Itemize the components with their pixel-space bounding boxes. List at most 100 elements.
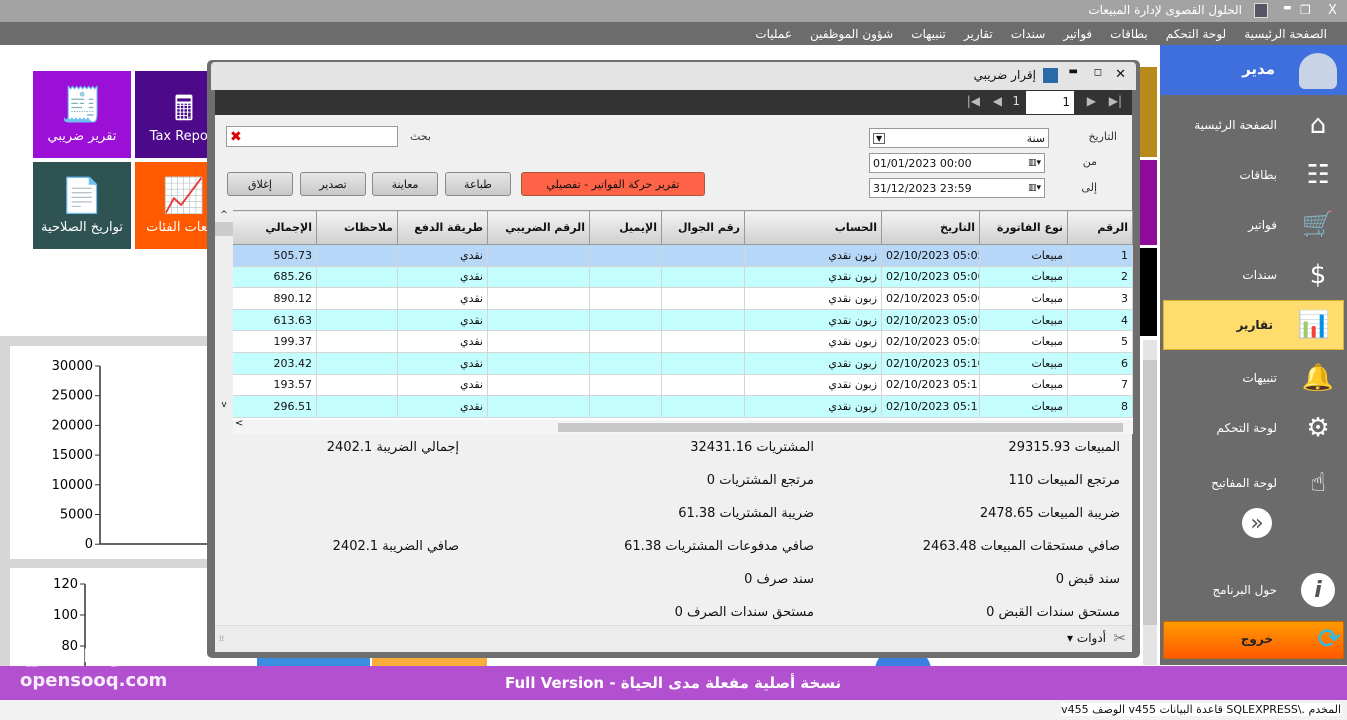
table-cell: نقدي [397,244,488,267]
table-cell: 02/10/2023 05:11 [881,373,980,397]
column-header[interactable]: التاريخ [881,210,980,245]
table-row[interactable]: 8 مبيعات 02/10/2023 05:11 زبون نقدي نقدي 296.… [233,395,1133,418]
table-cell [589,287,662,310]
column-header[interactable]: الإيميل [589,210,662,245]
column-header[interactable]: الرقم [1067,210,1133,245]
menu-item[interactable]: شؤون الموظفين [810,27,893,41]
table-cell: 02/10/2023 05:06 [881,265,980,289]
menu-item[interactable]: سندات [1011,27,1046,41]
sidebar-item[interactable]: لوحة التحكم ⚙ [1160,403,1347,453]
to-date-field[interactable]: 31/12/2023 23:59 ▥▾ [869,178,1045,198]
sidebar-item-label: تقارير [1236,318,1273,332]
restore-button[interactable]: ❐ [1300,3,1311,17]
from-date-field[interactable]: 01/01/2023 00:00 ▥▾ [869,153,1045,173]
table-cell: زبون نقدي [744,395,882,418]
calendar-icon[interactable]: ▥▾ [1028,183,1041,193]
column-header[interactable]: ملاحظات [316,210,398,245]
main-scrollbar[interactable] [1143,340,1157,665]
minimize-button[interactable]: ▬ [1283,3,1292,13]
column-header[interactable]: رقم الجوال [661,210,745,245]
close-button[interactable]: X [1328,3,1337,18]
invoice-movement-report-button[interactable]: تقرير حركة الفواتير - تفصيلي [521,172,705,196]
table-row[interactable]: 2 مبيعات 02/10/2023 05:06 زبون نقدي نقدي 685.… [233,265,1133,289]
column-header[interactable]: الإجمالي [233,210,317,245]
resize-grip[interactable]: ⁞⁞ [219,634,224,643]
menu-item[interactable]: تقارير [964,27,993,41]
y-tick-label: 100 [53,608,78,623]
tile-label: تقرير ضريبي [47,129,117,144]
y-tick-label: 15000 [52,448,93,463]
table-cell [316,330,398,353]
search-input[interactable]: ✖ [226,126,398,147]
table-row[interactable]: 5 مبيعات 02/10/2023 05:08 زبون نقدي نقدي 199.… [233,330,1133,353]
menu-item[interactable]: بطاقات [1110,27,1148,41]
sidebar-item[interactable]: » [1160,508,1347,563]
grid-vscroll[interactable]: ^ v [215,210,233,410]
column-header[interactable]: الرقم الضريبي [487,210,590,245]
chevron-down-icon: ▼ [873,132,886,144]
user-header[interactable]: مدير [1160,45,1347,95]
sidebar-item[interactable]: لوحة المفاتيح ☝ [1160,458,1347,508]
table-cell: 8 [1067,395,1133,418]
tile-0[interactable]: 🧾 تقرير ضريبي [33,71,131,158]
menu-item[interactable]: عمليات [755,27,792,41]
sidebar-item[interactable]: سندات $ [1160,250,1347,300]
menu-item[interactable]: تنبيهات [911,27,946,41]
prev-page-button[interactable]: ◀ [993,94,1002,108]
table-cell: 685.26 [233,265,317,289]
menu-item[interactable]: الصفحة الرئيسية [1244,27,1327,41]
table-cell: 1 [1067,244,1133,267]
table-cell: 7 [1067,373,1133,397]
window-title: الحلول القصوى لإدارة المبيعات [1088,3,1242,17]
tile-2[interactable]: 📄 تواريخ الصلاحية [33,162,131,249]
close-button[interactable]: إغلاق [227,172,293,196]
table-cell [589,265,662,289]
table-row[interactable]: 3 مبيعات 02/10/2023 05:06 زبون نقدي نقدي 890.… [233,287,1133,310]
sidebar-item[interactable]: الصفحة الرئيسية ⌂ [1160,100,1347,150]
dialog-maximize-button[interactable]: ◻ [1094,67,1102,78]
tools-menu[interactable]: أدوات ▾ [1067,631,1106,645]
table-cell: 890.12 [233,287,317,310]
last-page-button[interactable]: ▶| [1109,94,1122,108]
table-cell [589,395,662,418]
clear-search-icon[interactable]: ✖ [230,129,242,145]
tile-strip [1140,160,1157,245]
menu-item[interactable]: لوحة التحكم [1166,27,1227,41]
sidebar-item-label: بطاقات [1239,168,1277,182]
table-row[interactable]: 4 مبيعات 02/10/2023 05:07 زبون نقدي نقدي 613.… [233,308,1133,332]
column-header[interactable]: طريقة الدفع [397,210,488,245]
date-mode-select[interactable]: سنة ▼ [869,128,1049,148]
table-row[interactable]: 6 مبيعات 02/10/2023 05:10 زبون نقدي نقدي 203.… [233,351,1133,375]
preview-button[interactable]: معاينة [372,172,438,196]
table-cell: 02/10/2023 05:07 [881,308,980,332]
print-button[interactable]: طباعة [445,172,511,196]
sidebar-item[interactable]: بطاقات ☷ [1160,150,1347,200]
sidebar-item[interactable]: تنبيهات 🔔 [1160,353,1347,403]
invoice-grid: الرقم نوع الفاتورة التاريخ الحساب رقم الجوال… [233,210,1133,420]
home-icon: ⌂ [1309,110,1327,140]
sidebar-item[interactable]: حول البرنامج i [1160,565,1347,615]
dialog-minimize-button[interactable]: ▬ [1069,66,1078,77]
menu-item[interactable]: فواتير [1063,27,1092,41]
table-cell [487,351,590,375]
sidebar-item[interactable]: فواتير 🛒 [1160,200,1347,250]
next-page-button[interactable]: ▶ [1087,94,1096,108]
export-button[interactable]: تصدير [300,172,366,196]
column-header[interactable]: نوع الفاتورة [979,210,1068,245]
table-cell: 02/10/2023 05:06 [881,287,980,310]
grid-hscroll[interactable]: < [233,418,1133,434]
table-cell [589,308,662,332]
sidebar-item[interactable]: تقارير 📊 [1163,300,1344,350]
dialog-title: إقرار ضريبي [973,68,1036,82]
table-row[interactable]: 7 مبيعات 02/10/2023 05:11 زبون نقدي نقدي 193.… [233,373,1133,397]
bell-icon: 🔔 [1301,363,1335,393]
exit-button[interactable]: خروج ⟳ [1163,621,1344,659]
calendar-icon[interactable]: ▥▾ [1028,158,1041,168]
column-header[interactable]: الحساب [744,210,882,245]
dialog-close-button[interactable]: ✕ [1115,67,1126,82]
table-row[interactable]: 1 مبيعات 02/10/2023 05:05 زبون نقدي نقدي 505.… [233,244,1133,267]
sidebar-item-label: لوحة المفاتيح [1211,476,1277,490]
page-input[interactable]: 1 [1026,91,1074,114]
summary-value: المبيعات 29315.93 [1008,440,1120,455]
first-page-button[interactable]: |◀ [967,94,980,108]
